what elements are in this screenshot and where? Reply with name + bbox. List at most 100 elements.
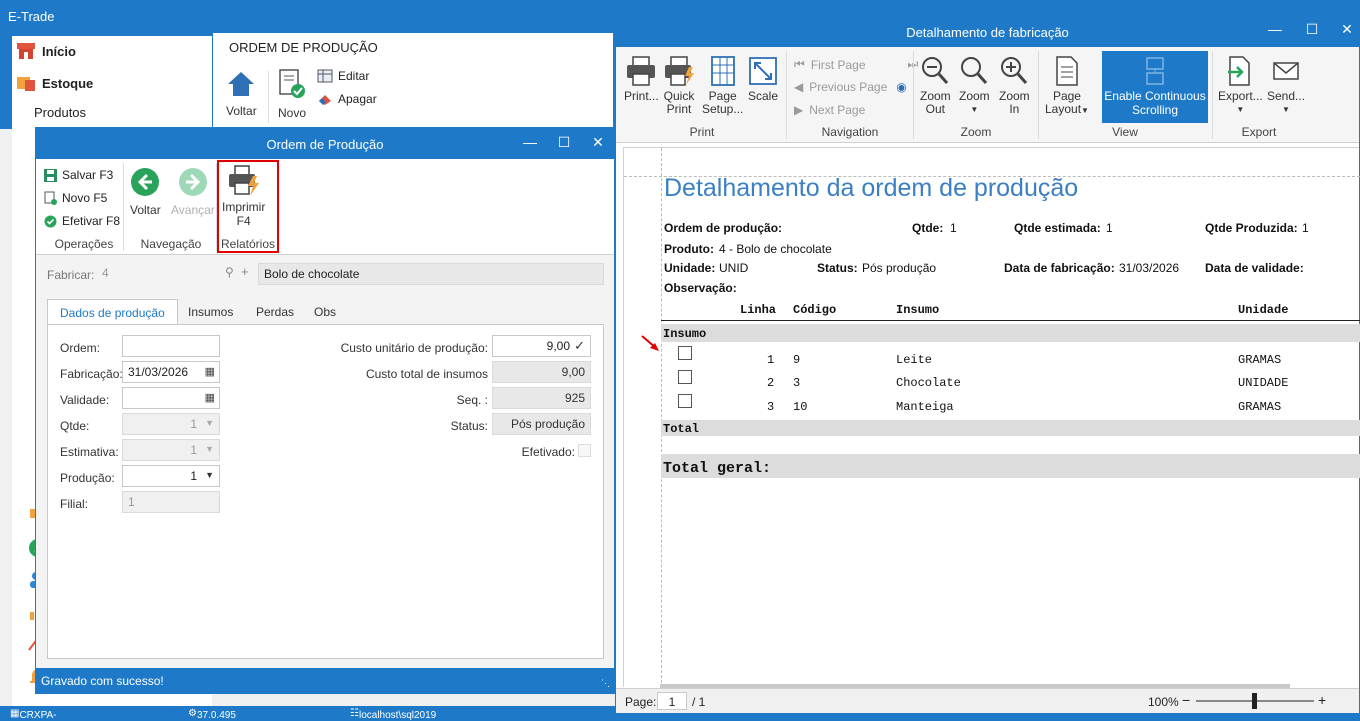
close-icon[interactable]: ✕ [588,134,608,151]
imprimir-button[interactable]: Imprimir F4 [222,164,265,228]
nav-item-estoque[interactable]: Estoque [16,74,93,92]
apagar-button[interactable]: Apagar [317,92,377,106]
calendar-icon[interactable]: ▦ [205,391,215,404]
qtde-label: Qtde: [912,221,944,235]
qtde-input[interactable]: 1 ▼ [122,413,220,435]
voltar-button[interactable]: Voltar [226,70,257,118]
editar-button[interactable]: Editar [317,69,369,83]
quick-print-label-2: Print [666,102,692,116]
calendar-icon[interactable]: ▦ [205,365,215,378]
producao-label: Produção: [60,471,115,485]
chevron-down-icon[interactable]: ▼ [205,444,214,454]
voltar-nav-label: Voltar [130,203,161,217]
efetivado-checkbox[interactable] [578,444,591,457]
avancar-label: Avançar [171,203,215,217]
novo-f5-button[interactable]: Novo F5 [44,191,107,205]
compass-icon[interactable]: ◉ [896,80,906,94]
row-checkbox[interactable] [678,394,692,408]
minimize-icon[interactable]: — [520,134,540,150]
zoom-out-button[interactable]: Zoom Out [920,55,951,116]
quick-print-button[interactable]: Quick Print [663,55,695,116]
scale-button[interactable]: Scale [748,55,778,103]
total-label: Total [663,422,700,436]
estimativa-input[interactable]: 1 ▼ [122,439,220,461]
previous-page-button[interactable]: ◀ Previous Page ◉ [794,80,907,94]
minimize-icon[interactable]: — [1265,21,1285,37]
ordem-producao-label: Ordem de produção: [664,221,783,235]
unidade-label: Unidade: [664,261,716,275]
first-page-icon: ⏮ [794,57,805,71]
tab-obs[interactable]: Obs [302,299,348,325]
fabricar-label: Fabricar: [47,268,95,282]
zoom-slider-thumb[interactable] [1252,693,1257,709]
store-icon [17,43,35,59]
tab-perdas[interactable]: Perdas [244,299,306,325]
maximize-icon[interactable]: ☐ [1302,21,1322,38]
efetivar-button[interactable]: Efetivar F8 [44,214,120,228]
row-checkbox[interactable] [678,346,692,360]
row-codigo: 3 [793,376,801,390]
zoom-minus-icon[interactable]: − [1182,692,1190,708]
nav-item-inicio[interactable]: Início [16,42,76,60]
row-checkbox[interactable] [678,370,692,384]
row-insumo: Leite [896,353,933,367]
custo-unitario-input[interactable]: 9,00 ✓ [492,335,591,357]
producao-input[interactable]: 1 ▼ [122,465,220,487]
chevron-down-icon: ▼ [1282,105,1290,114]
page-setup-button[interactable]: Page Setup... [702,55,743,116]
avancar-button[interactable]: Avançar [171,167,215,217]
arrow-right-icon [178,168,207,196]
row-insumo: Chocolate [896,376,961,390]
check-icon[interactable]: ✓ [574,338,585,354]
chevron-down-icon[interactable]: ▼ [205,418,214,428]
salvar-button[interactable]: Salvar F3 [44,168,113,182]
salvar-label: Salvar F3 [62,168,114,182]
page-layout-button[interactable]: Page Layout▼ [1045,55,1089,117]
ordem-producao-dialog: Ordem de Produção — ☐ ✕ Salvar F3 Novo F… [35,127,615,694]
editar-label: Editar [338,69,370,83]
export-button[interactable]: Export... ▼ [1218,55,1263,116]
save-icon [44,168,57,182]
send-button[interactable]: Send... ▼ [1267,55,1305,116]
tab-insumos[interactable]: Insumos [176,299,245,325]
continuous-scrolling-button[interactable]: Enable Continuous Scrolling [1102,51,1208,123]
arrow-left-icon [131,168,160,196]
voltar-nav-button[interactable]: Voltar [130,167,161,217]
resize-grip-icon[interactable]: ⋱ [601,678,610,689]
navigation-group-label: Navigation [821,125,879,139]
novo-button[interactable]: Novo [277,68,307,120]
maximize-icon[interactable]: ☐ [554,134,574,151]
fabricacao-date-input[interactable]: 31/03/2026 ▦ [122,361,220,383]
estimativa-label: Estimativa: [60,445,119,459]
search-icon[interactable]: ⚲ [225,265,234,279]
next-page-button[interactable]: ▶ Next Page [794,103,865,117]
group-separator [1038,51,1039,139]
page-number-input[interactable]: 1 [657,692,687,710]
chevron-down-icon[interactable]: ▼ [205,470,214,480]
machine-id: ▦ CRXPA-10001-QREMT-5HQA5 [10,708,57,721]
ordem-input[interactable] [122,335,220,357]
filial-label: Filial: [60,497,89,511]
first-page-button[interactable]: ⏮First Page ⏭ [794,57,918,72]
chevron-down-icon: ▼ [1081,106,1089,115]
zoom-button[interactable]: Zoom ▼ [959,55,990,116]
plus-icon[interactable]: + [241,264,249,279]
tab-dados-producao[interactable]: Dados de produção [47,299,178,325]
tab-ordem-de-producao[interactable]: ORDEM DE PRODUÇÃO [216,33,391,63]
report-heading: Detalhamento da ordem de produção [664,174,1079,202]
nav-item-produtos[interactable]: Produtos [34,105,86,120]
zoom-group-label: Zoom [960,125,992,139]
new-document-icon [44,191,57,205]
zoom-in-button[interactable]: Zoom In [999,55,1030,116]
qtde-value: 1 [950,221,957,235]
imprimir-label: Imprimir [222,200,266,214]
filial-input[interactable]: 1 [122,491,220,513]
print-button[interactable]: Print... [624,55,659,103]
printer-icon [228,165,259,196]
close-icon[interactable]: ✕ [1337,21,1357,38]
continuous-scrolling-label-2: Scrolling [1131,103,1179,117]
validade-date-input[interactable]: ▦ [122,387,220,409]
column-header-codigo: Código [793,303,837,317]
seq-field: 925 [492,387,591,409]
zoom-plus-icon[interactable]: + [1318,692,1326,708]
